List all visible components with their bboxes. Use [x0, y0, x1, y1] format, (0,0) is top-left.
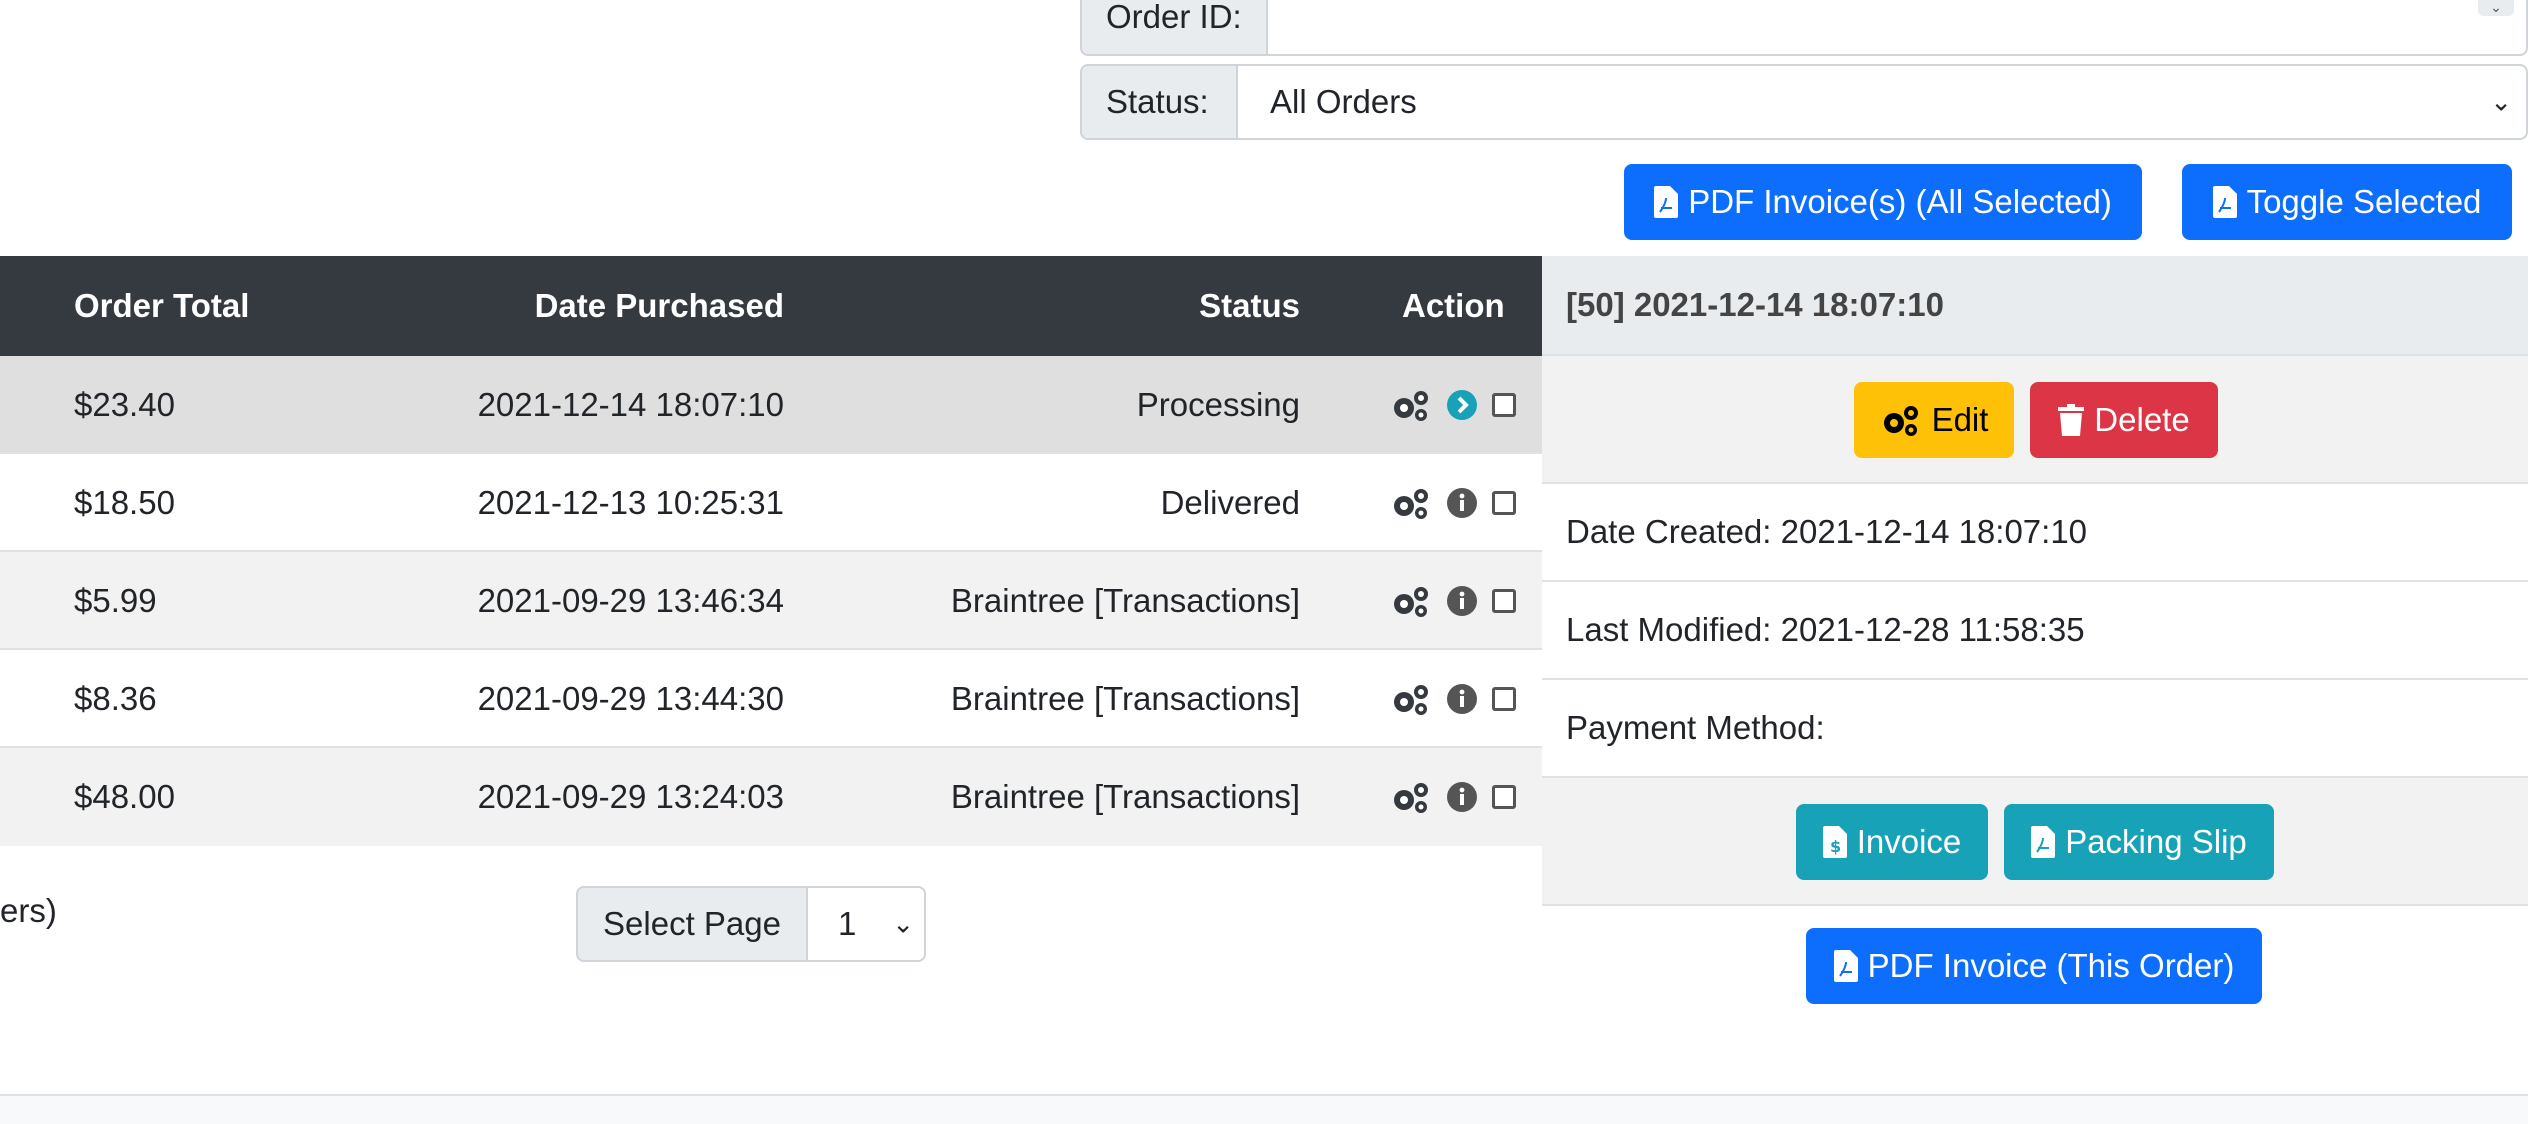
order-total-cell: $5.99 [74, 582, 157, 619]
gears-icon[interactable] [1390, 584, 1432, 618]
gears-icon[interactable] [1390, 682, 1432, 716]
edit-button[interactable]: Edit [1854, 382, 2014, 458]
status-filter-group: Status: All Orders ⌄ [1080, 64, 2528, 140]
row-actions [1390, 748, 1516, 846]
date-purchased-cell: 2021-09-29 13:46:34 [477, 582, 784, 619]
status-cell: Braintree [Transactions] [950, 582, 1300, 619]
status-select-value: All Orders [1270, 83, 1417, 120]
row-actions [1390, 552, 1516, 650]
row-select-checkbox[interactable] [1492, 393, 1516, 417]
row-select-checkbox[interactable] [1492, 491, 1516, 515]
toggle-selected-button[interactable]: Toggle Selected [2182, 164, 2512, 240]
invoice-label: Invoice [1856, 823, 1962, 860]
date-purchased-cell: 2021-12-13 10:25:31 [477, 484, 784, 521]
row-actions [1390, 356, 1516, 454]
order-total-cell: $18.50 [74, 484, 175, 521]
gears-icon[interactable] [1390, 486, 1432, 520]
packing-slip-label: Packing Slip [2065, 823, 2247, 860]
edit-delete-row: Edit Delete [1542, 356, 2528, 484]
page-select[interactable]: 1 ⌄ [808, 886, 926, 962]
table-row[interactable]: $23.40 2021-12-14 18:07:10 Processing [0, 356, 1542, 454]
order-total-cell: $8.36 [74, 680, 157, 717]
row-actions [1390, 650, 1516, 748]
delete-label: Delete [2094, 401, 2190, 438]
svg-text:$: $ [1830, 837, 1841, 856]
status-cell: Braintree [Transactions] [950, 680, 1300, 717]
orders-table-header: Order Total Date Purchased Status Action [0, 256, 1542, 356]
header-date-purchased[interactable]: Date Purchased [535, 256, 784, 356]
invoice-button[interactable]: $ Invoice [1796, 804, 1988, 880]
date-created: Date Created: 2021-12-14 18:07:10 [1542, 484, 2528, 582]
info-circle-icon[interactable] [1446, 487, 1478, 519]
date-purchased-cell: 2021-09-29 13:44:30 [477, 680, 784, 717]
row-select-checkbox[interactable] [1492, 687, 1516, 711]
info-circle-icon[interactable] [1446, 683, 1478, 715]
file-pdf-icon [2031, 826, 2056, 858]
pdf-invoices-all-selected-label: PDF Invoice(s) (All Selected) [1688, 183, 2112, 220]
table-row[interactable]: $18.50 2021-12-13 10:25:31 Delivered [0, 454, 1542, 552]
status-cell: Processing [1136, 386, 1300, 423]
header-action: Action [1402, 287, 1505, 324]
page-select-value: 1 [838, 905, 857, 942]
select-page-label: Select Page [576, 886, 808, 962]
order-detail-panel: [50] 2021-12-14 18:07:10 Edit Delete Dat… [1542, 256, 2528, 1004]
order-total-cell: $48.00 [74, 778, 175, 815]
gears-icon [1883, 406, 1918, 436]
order-id-label: Order ID: [1080, 0, 1268, 56]
order-id-input[interactable]: ⌃⌄ [1268, 0, 2528, 56]
order-detail-title: [50] 2021-12-14 18:07:10 [1542, 256, 2528, 356]
file-pdf-icon [1654, 186, 1679, 218]
header-status[interactable]: Status [1199, 256, 1300, 356]
edit-label: Edit [1931, 401, 1989, 438]
file-pdf-icon [1833, 950, 1858, 982]
last-modified: Last Modified: 2021-12-28 11:58:35 [1542, 582, 2528, 680]
trash-icon [2058, 404, 2085, 436]
order-count-text: ers) [0, 892, 57, 929]
order-id-group: Order ID: ⌃⌄ [1080, 0, 2528, 56]
page-footer-divider [0, 1094, 2528, 1124]
pdf-invoice-this-order-label: PDF Invoice (This Order) [1867, 947, 2235, 984]
pdf-invoices-all-selected-button[interactable]: PDF Invoice(s) (All Selected) [1624, 164, 2142, 240]
order-total-cell: $23.40 [74, 386, 175, 423]
table-row[interactable]: $48.00 2021-09-29 13:24:03 Braintree [Tr… [0, 748, 1542, 846]
row-actions [1390, 454, 1516, 552]
payment-method: Payment Method: [1542, 680, 2528, 778]
toggle-selected-label: Toggle Selected [2246, 183, 2482, 220]
info-circle-icon[interactable] [1446, 585, 1478, 617]
status-cell: Delivered [1160, 484, 1300, 521]
chevron-down-icon: ⌄ [2490, 86, 2512, 117]
row-select-checkbox[interactable] [1492, 785, 1516, 809]
info-circle-icon[interactable] [1446, 781, 1478, 813]
date-purchased-cell: 2021-09-29 13:24:03 [477, 778, 784, 815]
status-cell: Braintree [Transactions] [950, 778, 1300, 815]
file-pdf-icon [2212, 186, 2237, 218]
chevron-circle-right-icon[interactable] [1446, 389, 1478, 421]
delete-button[interactable]: Delete [2030, 382, 2218, 458]
gears-icon[interactable] [1390, 388, 1432, 422]
pdf-invoice-this-order-button[interactable]: PDF Invoice (This Order) [1806, 928, 2262, 1004]
status-select[interactable]: All Orders ⌄ [1238, 64, 2528, 140]
status-label: Status: [1080, 64, 1238, 140]
documents-row: $ Invoice Packing Slip [1542, 778, 2528, 906]
table-row[interactable]: $5.99 2021-09-29 13:46:34 Braintree [Tra… [0, 552, 1542, 650]
header-order-total[interactable]: Order Total [74, 256, 249, 356]
row-select-checkbox[interactable] [1492, 589, 1516, 613]
file-invoice-dollar-icon: $ [1822, 826, 1847, 858]
table-row[interactable]: $8.36 2021-09-29 13:44:30 Braintree [Tra… [0, 650, 1542, 748]
number-spinner-icon[interactable]: ⌃⌄ [2478, 0, 2514, 16]
gears-icon[interactable] [1390, 780, 1432, 814]
date-purchased-cell: 2021-12-14 18:07:10 [477, 386, 784, 423]
chevron-down-icon: ⌄ [892, 908, 914, 939]
packing-slip-button[interactable]: Packing Slip [2004, 804, 2274, 880]
